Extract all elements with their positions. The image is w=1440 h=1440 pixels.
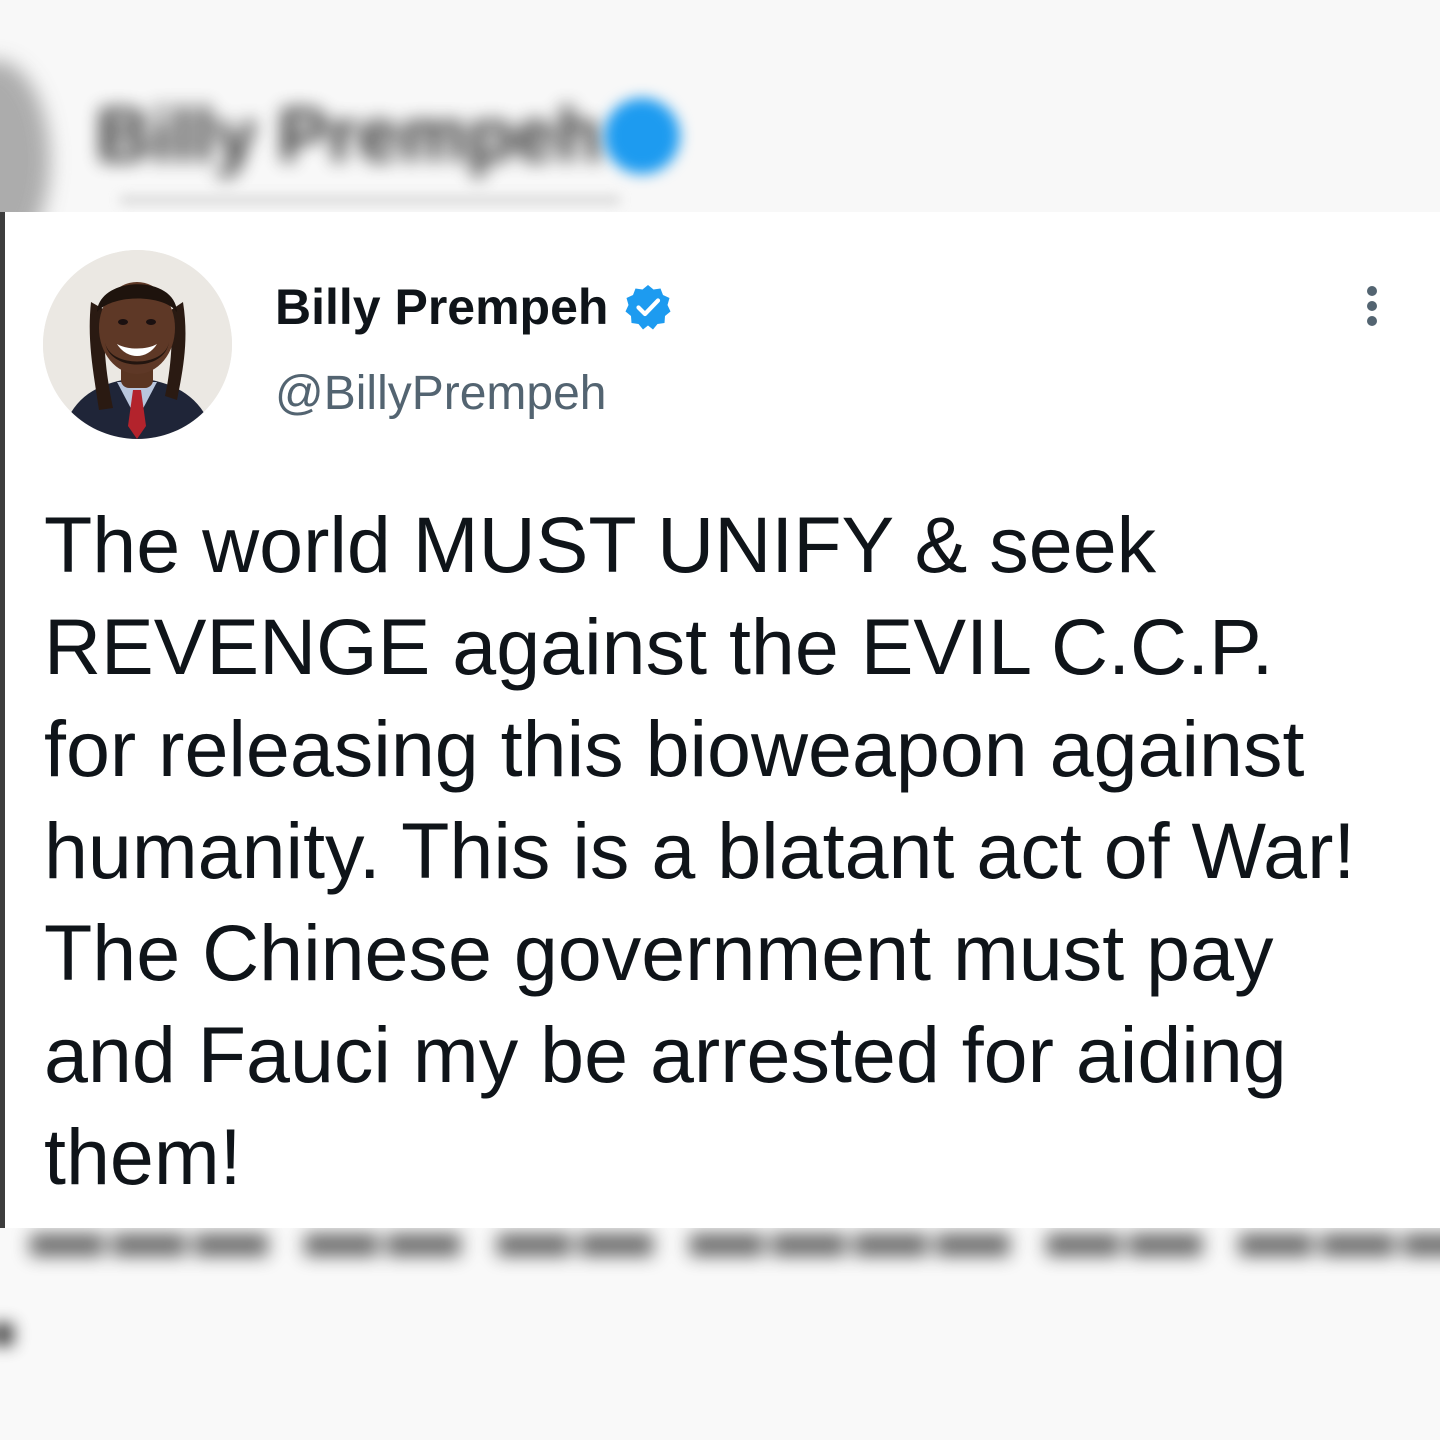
tweet-text-line: for releasing this bioweapon against [44, 704, 1305, 793]
blurred-display-name: Billy Prempeh [96, 93, 603, 178]
tweet-card: Billy Prempeh @BillyPrempeh The world MU… [0, 212, 1440, 1228]
author-name-row[interactable]: Billy Prempeh [275, 278, 672, 336]
more-options-button[interactable] [1344, 278, 1400, 334]
display-name[interactable]: Billy Prempeh [275, 278, 608, 336]
blurred-avatar [0, 60, 50, 212]
avatar[interactable] [43, 250, 232, 439]
blurred-background-top: Billy Prempeh [0, 0, 1440, 212]
blurred-verified-icon [604, 98, 680, 174]
tweet-text-line: REVENGE against the EVIL C.C.P. [44, 602, 1274, 691]
tweet-text-line: The world MUST UNIFY & seek [44, 500, 1157, 589]
tweet-text: The world MUST UNIFY & seek REVENGE agai… [44, 494, 1414, 1208]
blurred-text-fragments: ▬▬▬ ▬▬ ▬▬ ▬▬▬▬ ▬▬ ▬▬▬ [30, 1228, 1440, 1272]
blurred-text-fragment: ▪ [0, 1281, 19, 1383]
verified-badge-icon [625, 285, 671, 330]
blurred-background-bottom: ▬▬▬ ▬▬ ▬▬ ▬▬▬▬ ▬▬ ▬▬▬ ▪ [0, 1228, 1440, 1440]
blurred-divider [120, 196, 620, 204]
avatar-photo [43, 250, 232, 439]
left-edge-divider [0, 212, 5, 1228]
screenshot-canvas: Billy Prempeh ▬▬▬ ▬▬ ▬▬ ▬▬▬▬ ▬▬ ▬▬▬ ▪ Bi… [0, 0, 1440, 1440]
tweet-text-line: The Chinese government must pay [44, 908, 1274, 997]
tweet-text-line: them! [44, 1112, 242, 1201]
more-options-icon [1367, 286, 1377, 326]
tweet-text-line: humanity. This is a blatant act of War! [44, 806, 1356, 895]
user-handle[interactable]: @BillyPrempeh [275, 366, 607, 421]
tweet-text-line: and Fauci my be arrested for aiding [44, 1010, 1287, 1099]
